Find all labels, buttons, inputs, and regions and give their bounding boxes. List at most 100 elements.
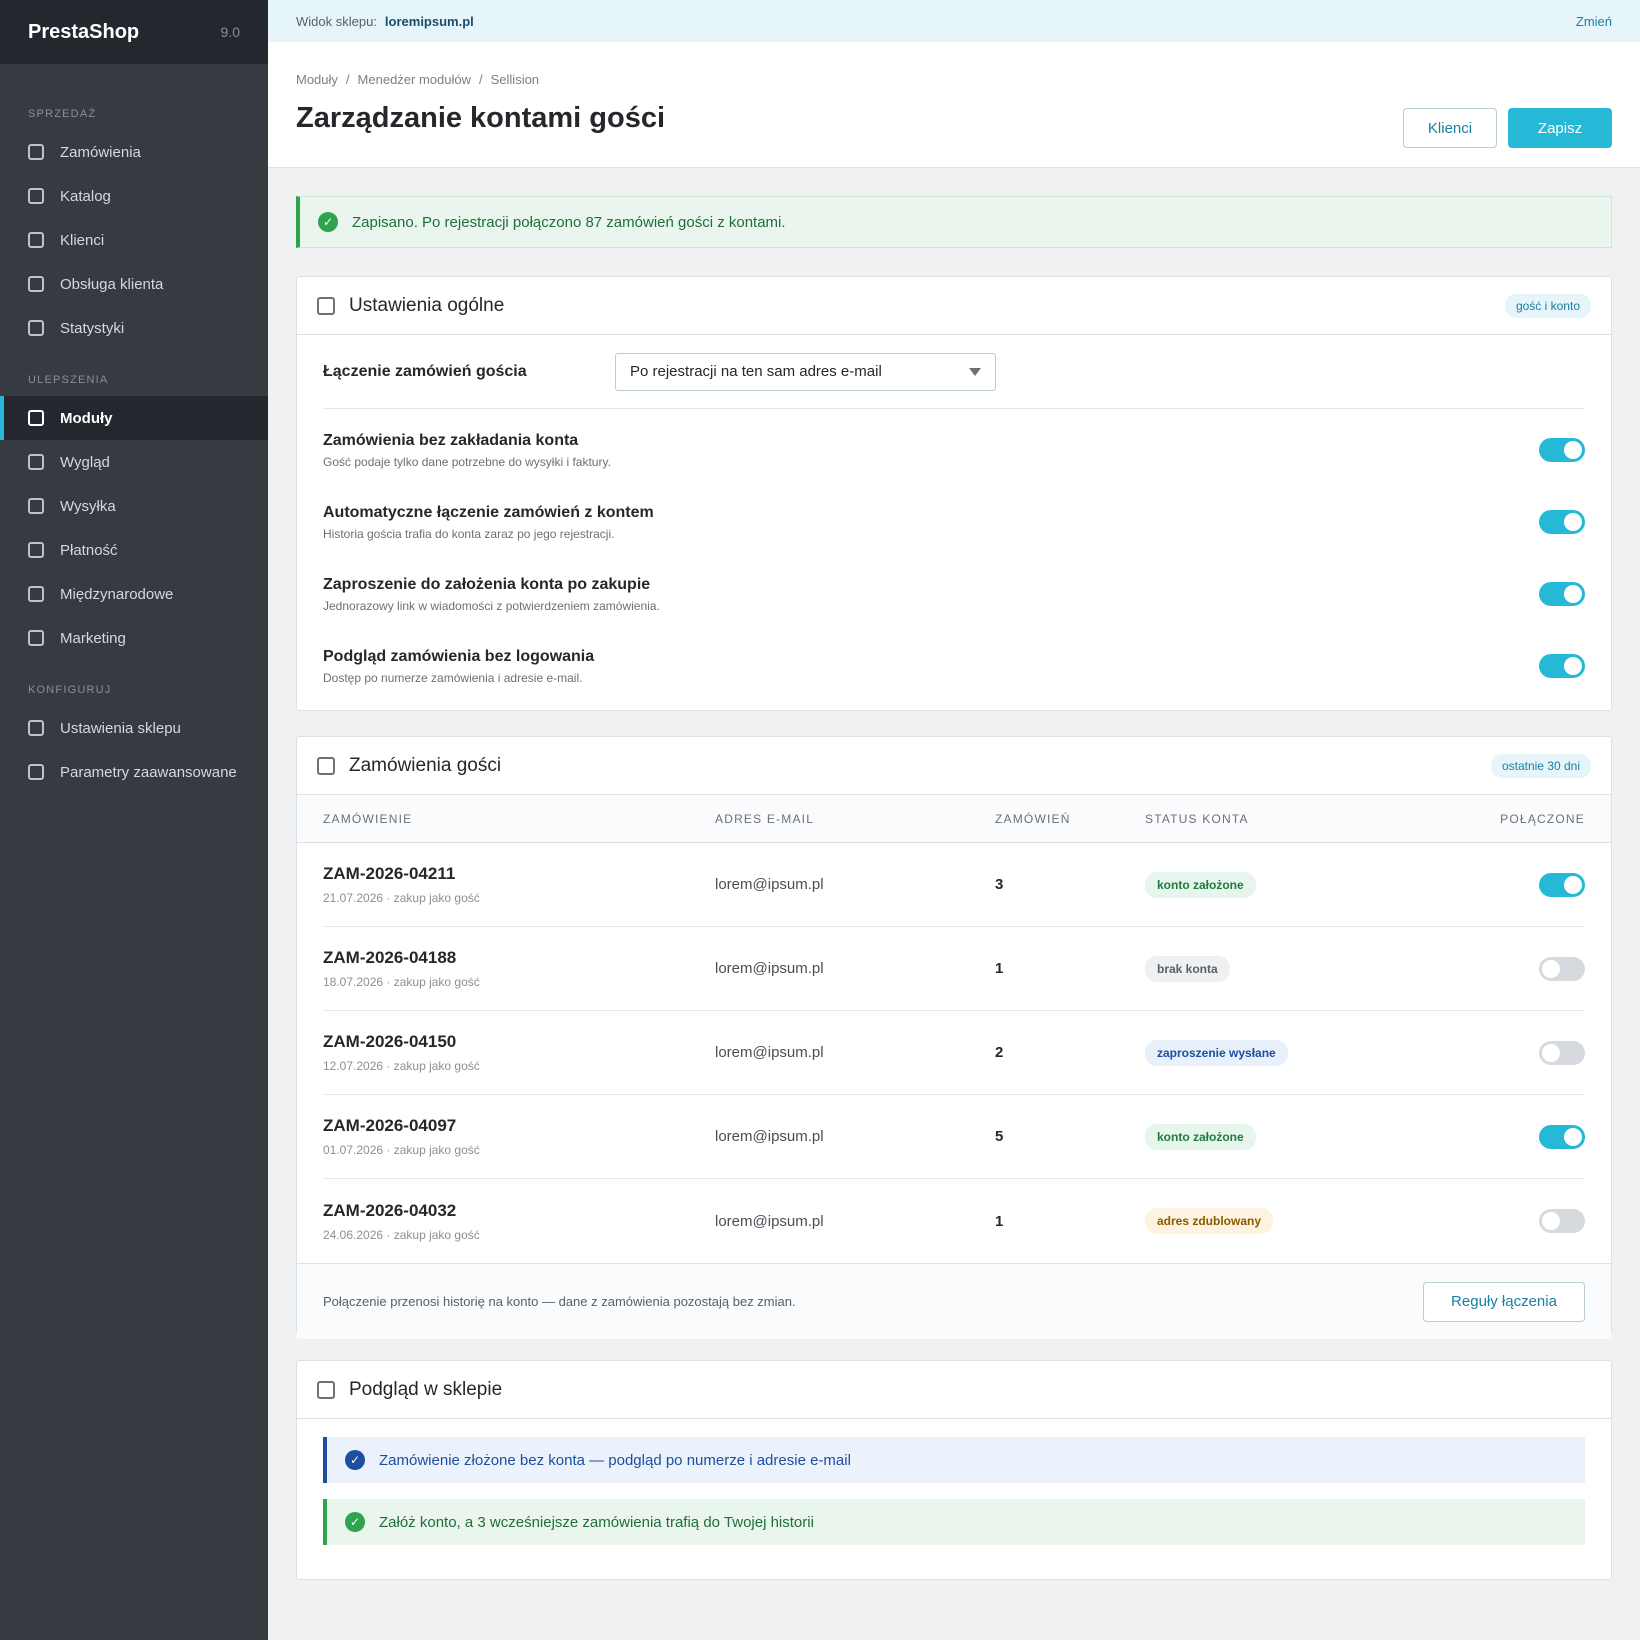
breadcrumb: Moduły / Menedżer modułów / Sellision (296, 72, 539, 87)
change-shop-link[interactable]: Zmień (1576, 14, 1612, 29)
breadcrumb-item[interactable]: Moduły (296, 72, 338, 87)
sidebar-section-title: KONFIGURUJ (28, 684, 112, 696)
invite-toggle[interactable] (1539, 582, 1585, 606)
card-header: Podgląd w sklepie (297, 1361, 1611, 1419)
order-count: 2 (995, 1044, 1004, 1061)
setting-title: Zamówienia bez zakładania konta (323, 431, 579, 449)
sidebar: PrestaShop 9.0 SPRZEDAŻ Zamówienia Katal… (0, 0, 268, 1640)
sidebar-item-orders[interactable]: Zamówienia (0, 130, 268, 174)
linking-rules-button[interactable]: Reguły łączenia (1423, 1281, 1585, 1322)
shop-view-label: Widok sklepu: (296, 13, 377, 29)
sidebar-item-label: Wysyłka (60, 497, 116, 515)
sidebar-nav-improve: Moduły Wygląd Wysyłka Płatność Międzynar… (0, 396, 268, 660)
table-row[interactable]: ZAM-2026-04032 24.06.2026 · zakup jako go… (323, 1179, 1585, 1263)
table-row[interactable]: ZAM-2026-04150 12.07.2026 · zakup jako go… (323, 1011, 1585, 1095)
setting-title: Podgląd zamówienia bez logowania (323, 647, 595, 665)
guest-orders-card: Zamówienia gości ostatnie 30 dni ZAMÓWIE… (296, 736, 1612, 1339)
brand-logo[interactable]: PrestaShop (28, 21, 139, 44)
checkbox-icon (28, 586, 44, 602)
checkbox-icon (28, 232, 44, 248)
sidebar-item-label: Wygląd (60, 453, 110, 471)
card-pill: ostatnie 30 dni (1490, 753, 1591, 778)
clients-button[interactable]: Klienci (1403, 108, 1497, 148)
shop-name[interactable]: loremipsum.pl (385, 14, 474, 29)
sidebar-item-label: Statystyki (60, 319, 125, 337)
column-header[interactable]: STATUS KONTA (1145, 812, 1525, 826)
linked-toggle[interactable] (1539, 872, 1585, 897)
checkbox-icon (28, 144, 44, 160)
settings-list: Zamówienia bez zakładania konta Gość poda… (297, 409, 1611, 702)
sidebar-item-shop-settings[interactable]: Ustawienia sklepu (0, 706, 268, 750)
select-value: Po rejestracji na ten sam adres e-mail (630, 363, 882, 380)
setting-desc: Historia gościa trafia do konta zaraz po… (323, 526, 615, 541)
breadcrumb-separator: / (345, 72, 350, 87)
preview-icon (317, 1380, 335, 1399)
column-header[interactable]: ADRES E-MAIL (715, 812, 995, 826)
linked-toggle[interactable] (1539, 1040, 1585, 1065)
store-preview-card: Podgląd w sklepie ✓ Zamówienie złożone b… (296, 1360, 1612, 1580)
sidebar-item-payment[interactable]: Płatność (0, 528, 268, 572)
sidebar-nav-configure: Ustawienia sklepu Parametry zaawansowane (0, 706, 268, 794)
order-count: 1 (995, 1212, 1004, 1230)
auto-link-toggle[interactable] (1539, 510, 1585, 534)
guest-linking-label: Łączenie zamówień gościa (323, 362, 527, 380)
brand-bar: PrestaShop 9.0 (0, 0, 268, 64)
table-row[interactable]: ZAM-2026-04211 21.07.2026 · zakup jako go… (323, 843, 1585, 927)
save-button[interactable]: Zapisz (1508, 108, 1612, 148)
order-preview-toggle[interactable] (1539, 654, 1585, 678)
order-id[interactable]: ZAM-2026-04097 (323, 1116, 715, 1136)
status-badge: konto założone (1145, 871, 1256, 898)
sidebar-item-international[interactable]: Międzynarodowe (0, 572, 268, 616)
checkbox-icon (28, 542, 44, 558)
sidebar-item-label: Klienci (60, 231, 105, 249)
sidebar-item-stats[interactable]: Statystyki (0, 306, 268, 350)
setting-desc: Dostęp po numerze zamówienia i adresie e… (323, 670, 583, 685)
table-row[interactable]: ZAM-2026-04188 18.07.2026 · zakup jako go… (323, 927, 1585, 1011)
checkbox-icon (28, 498, 44, 514)
sidebar-item-design[interactable]: Wygląd (0, 440, 268, 484)
order-email: lorem@ipsum.pl (715, 1044, 824, 1061)
guest-checkout-toggle[interactable] (1539, 438, 1585, 462)
success-alert: ✓ Zapisano. Po rejestracji połączono 87 … (296, 196, 1612, 248)
order-meta: 21.07.2026 · zakup jako gość (323, 891, 480, 905)
success-note: ✓ Załóż konto, a 3 wcześniejsze zamówien… (323, 1499, 1585, 1545)
sidebar-item-label: Parametry zaawansowane (60, 763, 237, 781)
linked-toggle[interactable] (1539, 1124, 1585, 1149)
setting-title: Automatyczne łączenie zamówień z kontem (323, 503, 654, 521)
sidebar-section-title: SPRZEDAŻ (28, 108, 97, 120)
check-circle-icon: ✓ (318, 212, 338, 232)
check-circle-icon: ✓ (345, 1450, 365, 1470)
column-header[interactable]: ZAMÓWIEŃ (995, 812, 1145, 826)
guest-linking-select[interactable]: Po rejestracji na ten sam adres e-mail (615, 352, 996, 391)
success-note-text: Załóż konto, a 3 wcześniejsze zamówienia… (379, 1513, 814, 1531)
order-id[interactable]: ZAM-2026-04211 (323, 864, 715, 884)
sidebar-item-shipping[interactable]: Wysyłka (0, 484, 268, 528)
breadcrumb-item[interactable]: Menedżer modułów (358, 72, 471, 87)
table-header: ZAMÓWIENIE ADRES E-MAIL ZAMÓWIEŃ STATUS … (297, 795, 1611, 843)
sidebar-item-catalog[interactable]: Katalog (0, 174, 268, 218)
setting-row: Podgląd zamówienia bez logowania Dostęp p… (323, 630, 1585, 702)
orders-icon (317, 756, 335, 775)
linked-toggle[interactable] (1539, 956, 1585, 981)
table-row[interactable]: ZAM-2026-04097 01.07.2026 · zakup jako go… (323, 1095, 1585, 1179)
order-id[interactable]: ZAM-2026-04150 (323, 1032, 715, 1052)
sidebar-item-customers[interactable]: Klienci (0, 218, 268, 262)
column-header[interactable]: ZAMÓWIENIE (323, 812, 715, 826)
sidebar-item-advanced[interactable]: Parametry zaawansowane (0, 750, 268, 794)
sidebar-item-modules[interactable]: Moduły (0, 396, 268, 440)
checkbox-icon (28, 630, 44, 646)
card-header: Zamówienia gości ostatnie 30 dni (297, 737, 1611, 795)
shop-context-bar: Widok sklepu: loremipsum.pl Zmień (268, 0, 1640, 42)
breadcrumb-separator: / (479, 72, 483, 87)
order-id[interactable]: ZAM-2026-04188 (323, 948, 715, 968)
linked-toggle[interactable] (1539, 1209, 1585, 1233)
sidebar-item-label: Moduły (60, 409, 113, 427)
setting-row: Zamówienia bez zakładania konta Gość poda… (323, 414, 1585, 486)
card-header: Ustawienia ogólne gość i konto (297, 277, 1611, 335)
sidebar-item-marketing[interactable]: Marketing (0, 616, 268, 660)
sidebar-item-customer-service[interactable]: Obsługa klienta (0, 262, 268, 306)
card-title: Ustawienia ogólne (349, 294, 505, 316)
order-id[interactable]: ZAM-2026-04032 (323, 1201, 715, 1221)
setting-desc: Jednorazowy link w wiadomości z potwierd… (323, 598, 660, 613)
order-email: lorem@ipsum.pl (715, 876, 824, 893)
